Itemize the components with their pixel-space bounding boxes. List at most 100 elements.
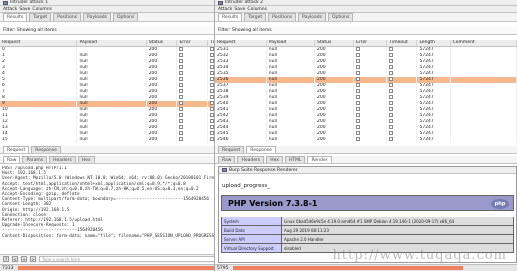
php-info-key: Server API: [222, 235, 282, 243]
checkbox[interactable]: [389, 95, 394, 99]
php-info-key: Build Date: [222, 226, 282, 234]
left-view-raw[interactable]: Raw: [3, 156, 21, 163]
left-window-title: Intruder attack 1: [10, 0, 48, 5]
php-info-value: Aug 29 2019 08:11:23: [282, 226, 513, 234]
left-menu-attack[interactable]: Attack: [3, 7, 17, 12]
help-icon[interactable]: ?: [3, 256, 9, 262]
checkbox[interactable]: [179, 113, 184, 117]
checkbox[interactable]: [389, 107, 394, 111]
checkbox[interactable]: [179, 107, 184, 111]
right-view-raw[interactable]: Raw: [218, 156, 236, 163]
left-tab-request[interactable]: Request: [3, 146, 30, 153]
right-menu-bar: Attack Save Columns: [215, 6, 517, 13]
next-match-icon[interactable]: >: [30, 256, 36, 262]
checkbox[interactable]: [356, 83, 361, 87]
php-logo: php: [491, 199, 509, 209]
add-icon[interactable]: +: [21, 256, 27, 262]
php-info-row: System Linux 0bad5d6e9c5e 4.19.0-amd64 #1…: [221, 217, 514, 226]
checkbox[interactable]: [179, 53, 184, 57]
checkbox[interactable]: [356, 131, 361, 135]
checkbox[interactable]: [389, 131, 394, 135]
checkbox[interactable]: [179, 131, 184, 135]
left-view-headers[interactable]: Headers: [49, 156, 76, 163]
checkbox[interactable]: [389, 101, 394, 105]
checkbox[interactable]: [356, 95, 361, 99]
php-version-header: PHP Version 7.3.8-1 php: [221, 195, 514, 211]
checkbox[interactable]: [389, 119, 394, 123]
checkbox[interactable]: [389, 77, 394, 81]
checkbox[interactable]: [389, 125, 394, 129]
right-progress-bar: [233, 266, 463, 270]
left-tab-payloads[interactable]: Payloads: [83, 13, 111, 21]
right-view-hex[interactable]: Hex: [266, 156, 283, 163]
right-menu-attack[interactable]: Attack: [218, 7, 232, 12]
left-status-count: 7313: [2, 265, 14, 271]
checkbox[interactable]: [389, 59, 394, 63]
checkbox[interactable]: [356, 47, 361, 51]
checkbox[interactable]: [389, 137, 394, 141]
checkbox[interactable]: [356, 89, 361, 93]
left-tab-target[interactable]: Target: [29, 13, 52, 21]
checkbox[interactable]: [179, 119, 184, 123]
checkbox[interactable]: [389, 113, 394, 117]
checkbox[interactable]: [356, 59, 361, 63]
checkbox[interactable]: [356, 113, 361, 117]
upload-progress-text: upload_progress_: [222, 183, 270, 189]
checkbox[interactable]: [356, 119, 361, 123]
right-menu-columns[interactable]: Columns: [247, 7, 267, 12]
checkbox[interactable]: [389, 83, 394, 87]
right-tab-response[interactable]: Response: [246, 146, 276, 153]
left-menu-save[interactable]: Save: [19, 7, 30, 12]
prev-match-icon[interactable]: <: [12, 256, 18, 262]
checkbox[interactable]: [389, 89, 394, 93]
checkbox[interactable]: [179, 47, 184, 51]
right-tab-positions[interactable]: Positions: [268, 13, 297, 21]
right-tab-request[interactable]: Request: [218, 146, 245, 153]
watermark: http://www.tuqaqa.com: [332, 248, 507, 263]
checkbox[interactable]: [356, 65, 361, 69]
right-menu-save[interactable]: Save: [234, 7, 245, 12]
checkbox[interactable]: [179, 77, 184, 81]
checkbox[interactable]: [179, 137, 184, 141]
checkbox[interactable]: [389, 53, 394, 57]
checkbox[interactable]: [179, 59, 184, 63]
checkbox[interactable]: [179, 83, 184, 87]
checkbox[interactable]: [179, 125, 184, 129]
right-view-render[interactable]: Render: [307, 156, 332, 163]
right-filter-bar[interactable]: Filter: Showing all items: [215, 27, 517, 35]
php-info-row: Build Date Aug 29 2019 08:11:23: [221, 226, 514, 235]
checkbox[interactable]: [356, 137, 361, 141]
left-view-params[interactable]: Params: [22, 156, 48, 163]
checkbox[interactable]: [356, 77, 361, 81]
burp-logo-icon: [3, 0, 8, 5]
left-tab-response[interactable]: Response: [31, 146, 61, 153]
left-view-hex[interactable]: Hex: [77, 156, 95, 163]
checkbox[interactable]: [389, 71, 394, 75]
checkbox[interactable]: [356, 71, 361, 75]
left-menu-columns[interactable]: Columns: [32, 7, 52, 12]
checkbox[interactable]: [356, 53, 361, 57]
checkbox[interactable]: [356, 101, 361, 105]
render-window-title: Burp Suite Response Renderer: [229, 167, 298, 173]
right-view-headers[interactable]: Headers: [237, 156, 265, 163]
checkbox[interactable]: [179, 95, 184, 99]
checkbox[interactable]: [179, 65, 184, 69]
right-view-html[interactable]: HTML: [284, 156, 306, 163]
left-tab-options[interactable]: Options: [112, 13, 139, 21]
checkbox[interactable]: [389, 47, 394, 51]
right-tab-payloads[interactable]: Payloads: [298, 13, 326, 21]
checkbox[interactable]: [179, 89, 184, 93]
right-tab-target[interactable]: Target: [244, 13, 267, 21]
left-progress-bar: [18, 266, 233, 270]
checkbox[interactable]: [356, 125, 361, 129]
right-tab-options[interactable]: Options: [327, 13, 354, 21]
right-tab-results[interactable]: Results: [218, 13, 243, 21]
left-tab-results[interactable]: Results: [3, 13, 28, 21]
checkbox[interactable]: [179, 71, 184, 75]
render-title-bar: Burp Suite Response Renderer: [219, 167, 516, 174]
left-tab-positions[interactable]: Positions: [53, 13, 82, 21]
right-main-tabs: Results Target Positions Payloads Option…: [215, 13, 517, 22]
checkbox[interactable]: [356, 107, 361, 111]
checkbox[interactable]: [389, 65, 394, 69]
checkbox[interactable]: [179, 101, 184, 105]
